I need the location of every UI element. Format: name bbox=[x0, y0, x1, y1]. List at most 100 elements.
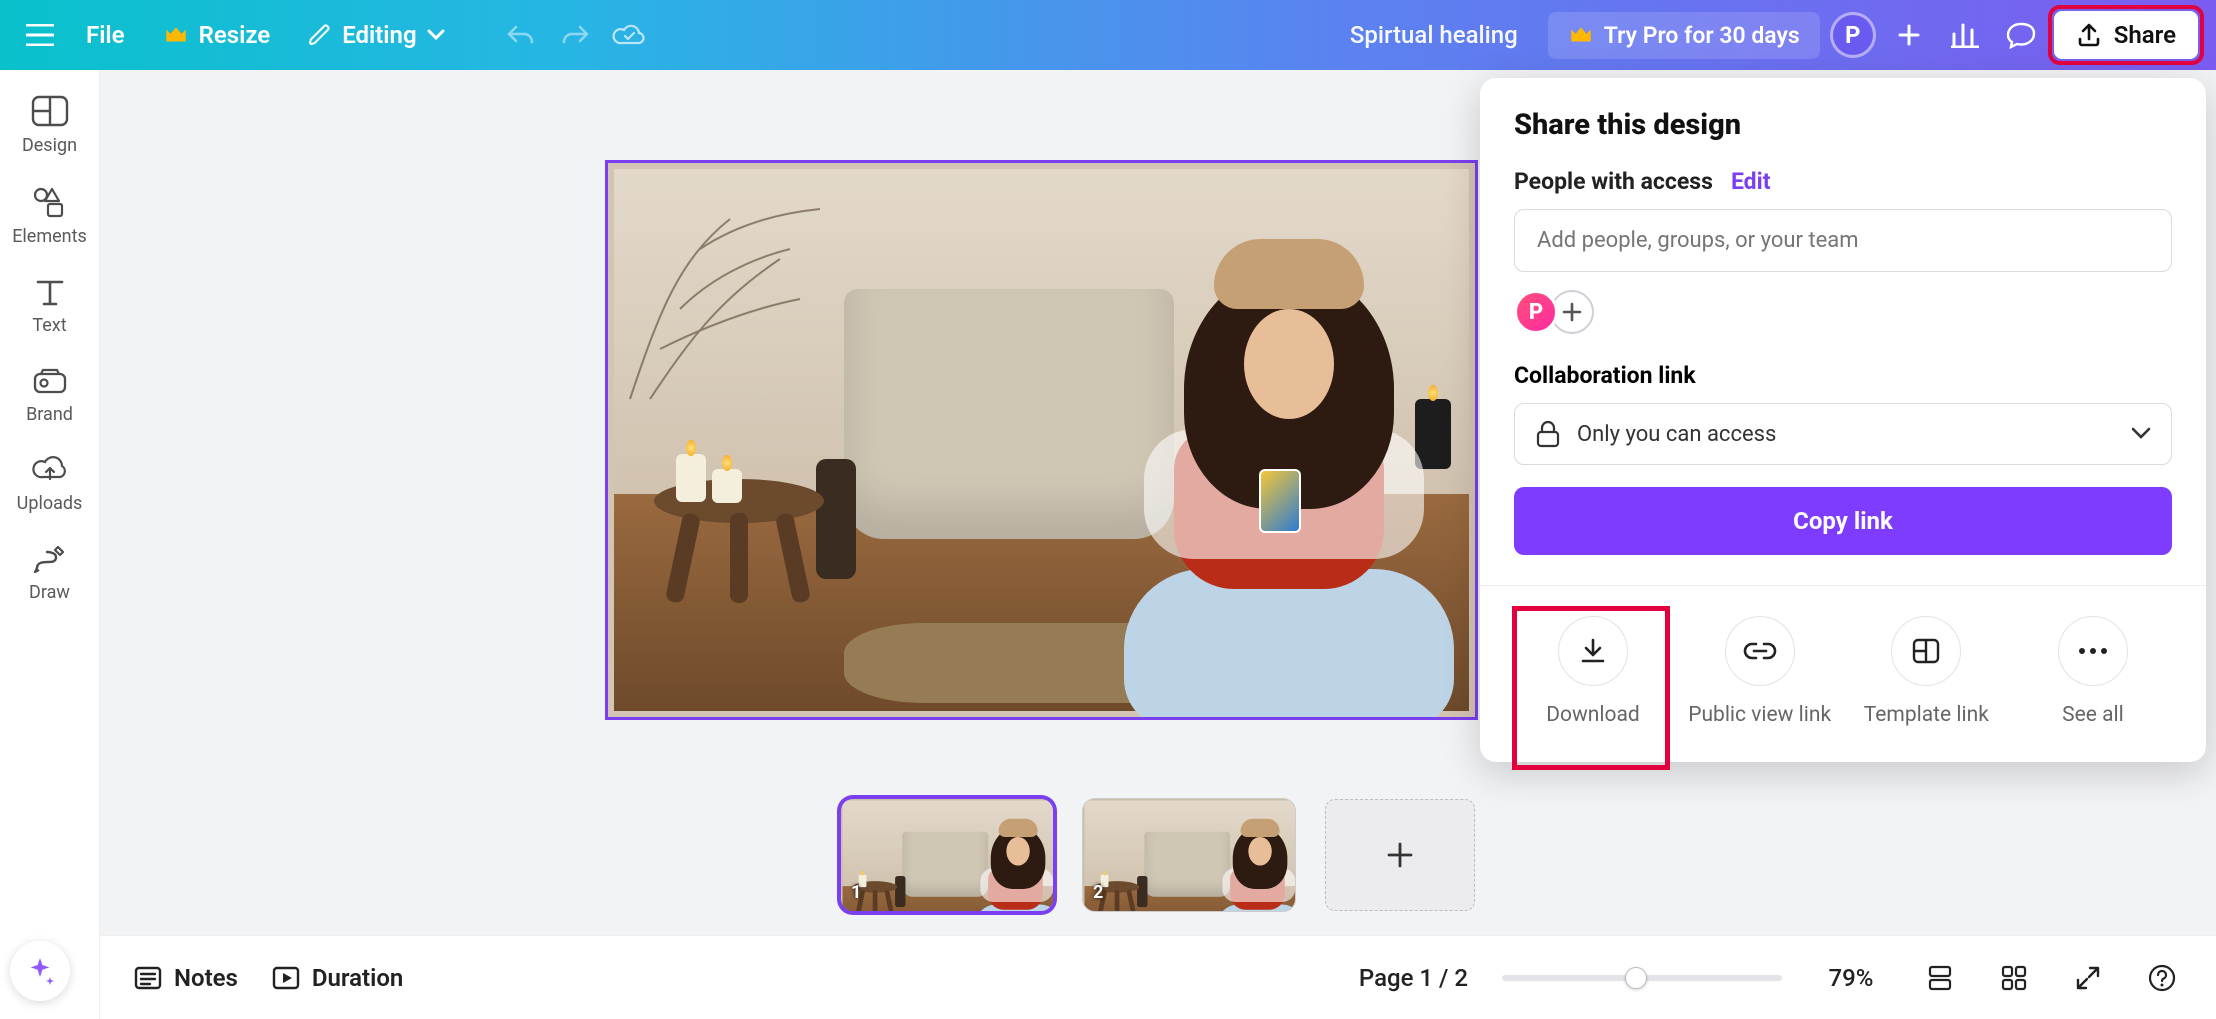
plus-icon bbox=[1562, 302, 1582, 322]
zoom-thumb[interactable] bbox=[1625, 967, 1647, 989]
resize-button[interactable]: Resize bbox=[149, 13, 285, 57]
add-member-button[interactable] bbox=[1886, 12, 1932, 58]
avatar-letter: P bbox=[1845, 21, 1860, 49]
notes-label: Notes bbox=[174, 964, 238, 992]
link-access-dropdown[interactable]: Only you can access bbox=[1514, 403, 2172, 465]
chevron-down-icon bbox=[2131, 427, 2151, 441]
sparkle-icon bbox=[24, 955, 56, 987]
download-icon bbox=[1578, 636, 1608, 666]
sidebar-item-label: Brand bbox=[26, 404, 73, 425]
add-page-button[interactable] bbox=[1325, 799, 1475, 911]
zoom-percent[interactable]: 79% bbox=[1816, 964, 1886, 992]
link-icon bbox=[1743, 640, 1777, 662]
play-box-icon bbox=[272, 966, 300, 990]
bottom-bar: Notes Duration Page 1 / 2 79% bbox=[100, 935, 2216, 1019]
sidebar-item-brand[interactable]: Brand bbox=[10, 366, 90, 425]
redo-icon bbox=[560, 23, 590, 47]
bar-chart-icon bbox=[1951, 22, 1979, 48]
undo-button[interactable] bbox=[499, 13, 543, 57]
expand-icon bbox=[2075, 965, 2101, 991]
sidebar-item-elements[interactable]: Elements bbox=[10, 186, 90, 247]
upload-icon bbox=[2076, 22, 2102, 48]
help-button[interactable] bbox=[2142, 958, 2182, 998]
notes-button[interactable]: Notes bbox=[134, 964, 238, 992]
share-panel: Share this design People with access Edi… bbox=[1480, 78, 2206, 762]
page-canvas[interactable] bbox=[605, 160, 1478, 720]
chevron-down-icon bbox=[427, 29, 445, 41]
template-link-action[interactable]: Template link bbox=[1851, 616, 2001, 728]
user-avatar[interactable]: P bbox=[1830, 12, 1876, 58]
thumbnail-number: 2 bbox=[1093, 882, 1103, 903]
download-action[interactable]: Download bbox=[1518, 616, 1668, 728]
people-label: People with access bbox=[1514, 168, 1713, 195]
sidebar-item-text[interactable]: Text bbox=[10, 277, 90, 336]
sidebar-item-label: Elements bbox=[12, 226, 87, 247]
hamburger-icon bbox=[26, 24, 54, 46]
try-pro-label: Try Pro for 30 days bbox=[1604, 22, 1800, 49]
thumbnail-page-1[interactable]: 1 bbox=[841, 799, 1053, 911]
collab-link-label: Collaboration link bbox=[1514, 362, 2172, 389]
grid-icon bbox=[2001, 965, 2027, 991]
cloud-sync-button[interactable] bbox=[607, 13, 651, 57]
sidebar-item-draw[interactable]: Draw bbox=[10, 544, 90, 603]
thumbnail-page-2[interactable]: 2 bbox=[1083, 799, 1295, 911]
redo-button[interactable] bbox=[553, 13, 597, 57]
crown-icon bbox=[163, 22, 189, 48]
fullscreen-button[interactable] bbox=[2068, 958, 2108, 998]
sidebar-item-label: Text bbox=[32, 315, 66, 336]
plus-icon bbox=[1897, 23, 1921, 47]
uploads-icon bbox=[32, 455, 68, 485]
public-view-action[interactable]: Public view link bbox=[1685, 616, 1835, 728]
chat-icon bbox=[2006, 21, 2036, 49]
sidebar-item-uploads[interactable]: Uploads bbox=[10, 455, 90, 514]
people-with-access-row: People with access Edit bbox=[1514, 168, 2172, 195]
duration-label: Duration bbox=[312, 964, 403, 992]
file-menu[interactable]: File bbox=[72, 13, 139, 57]
page-indicator[interactable]: Page 1 / 2 bbox=[1359, 964, 1468, 992]
owner-avatar[interactable]: P bbox=[1514, 290, 1558, 334]
canvas-image bbox=[614, 169, 1469, 711]
download-label: Download bbox=[1546, 702, 1640, 728]
menu-button[interactable] bbox=[18, 13, 62, 57]
comments-button[interactable] bbox=[1998, 12, 2044, 58]
grid-view-button[interactable] bbox=[1994, 958, 2034, 998]
left-sidebar: Design Elements Text Brand Uploads Draw bbox=[0, 70, 100, 1019]
document-title[interactable]: Spirtual healing bbox=[1350, 21, 1518, 49]
duration-button[interactable]: Duration bbox=[272, 964, 403, 992]
share-panel-title: Share this design bbox=[1514, 108, 2172, 142]
pages-vertical-icon bbox=[1926, 965, 1954, 991]
pencil-icon bbox=[308, 23, 332, 47]
text-icon bbox=[34, 277, 66, 307]
share-actions-row: Download Public view link Template link … bbox=[1514, 616, 2172, 728]
add-people-input[interactable] bbox=[1514, 209, 2172, 272]
editing-dropdown[interactable]: Editing bbox=[294, 13, 458, 57]
zoom-slider[interactable] bbox=[1502, 975, 1782, 981]
draw-icon bbox=[33, 544, 67, 574]
edit-access-link[interactable]: Edit bbox=[1731, 168, 1771, 195]
elements-icon bbox=[32, 186, 68, 218]
lock-icon bbox=[1535, 420, 1561, 448]
copy-link-button[interactable]: Copy link bbox=[1514, 487, 2172, 555]
design-icon bbox=[31, 95, 69, 127]
try-pro-button[interactable]: Try Pro for 30 days bbox=[1548, 12, 1820, 59]
plus-icon bbox=[1386, 841, 1414, 869]
sidebar-item-design[interactable]: Design bbox=[10, 95, 90, 156]
thumbnail-number: 1 bbox=[851, 882, 861, 903]
public-view-label: Public view link bbox=[1688, 702, 1831, 728]
scroll-view-button[interactable] bbox=[1920, 958, 1960, 998]
share-button[interactable]: Share bbox=[2054, 11, 2198, 59]
see-all-action[interactable]: See all bbox=[2018, 616, 2168, 728]
cloud-check-icon bbox=[612, 22, 646, 48]
sidebar-item-label: Design bbox=[22, 135, 77, 156]
notes-icon bbox=[134, 966, 162, 990]
file-label: File bbox=[86, 21, 125, 49]
people-row: P bbox=[1514, 290, 2172, 334]
topbar: File Resize Editing Spirtual healing Try… bbox=[0, 0, 2216, 70]
magic-button[interactable] bbox=[10, 941, 70, 1001]
template-icon bbox=[1911, 637, 1941, 665]
undo-icon bbox=[506, 23, 536, 47]
page-thumbnails: 1 2 bbox=[841, 799, 1475, 911]
share-label: Share bbox=[2114, 21, 2176, 49]
sidebar-item-label: Uploads bbox=[17, 493, 83, 514]
insights-button[interactable] bbox=[1942, 12, 1988, 58]
